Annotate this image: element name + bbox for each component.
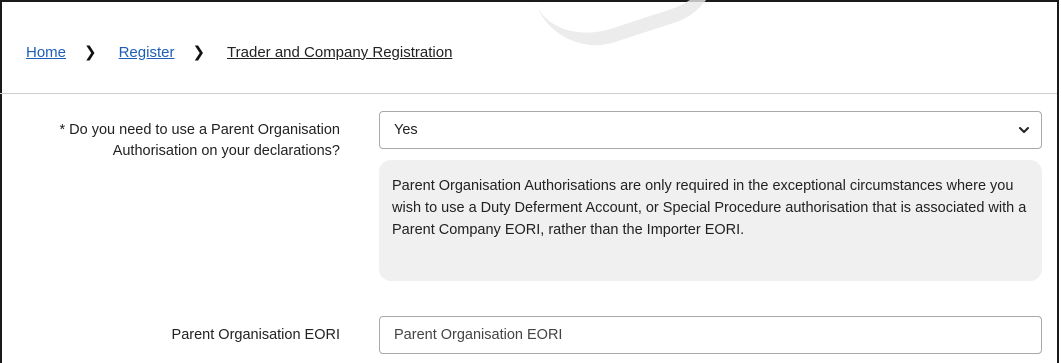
eori-input[interactable] [379, 316, 1042, 354]
breadcrumb-current-page: Trader and Company Registration [227, 43, 453, 61]
parent-auth-select[interactable]: Yes [379, 111, 1042, 149]
chevron-right-icon: ❯ [192, 44, 206, 61]
parent-auth-question-label: * Do you need to use a Parent Organisati… [59, 122, 340, 159]
header-divider [0, 93, 1057, 94]
breadcrumb-home-link[interactable]: Home [26, 44, 66, 61]
parent-auth-help-text: Parent Organisation Authorisations are o… [379, 160, 1042, 281]
breadcrumb-register-link[interactable]: Register [119, 44, 175, 61]
eori-label: Parent Organisation EORI [171, 327, 340, 343]
chevron-right-icon: ❯ [84, 44, 97, 61]
breadcrumb: Home ❯ Register ❯ Trader and Company Reg… [26, 43, 453, 62]
parent-auth-selected-value: Yes [394, 122, 418, 138]
chevron-down-icon [1019, 127, 1029, 133]
